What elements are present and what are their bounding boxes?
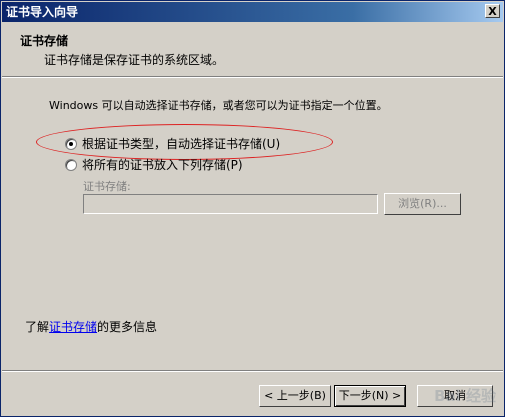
page-subtitle: 证书存储是保存证书的系统区域。 <box>44 53 225 67</box>
close-icon: X <box>488 5 497 18</box>
learn-more-text: 了解证书存储的更多信息 <box>25 318 157 335</box>
browse-button: 浏览(R)... <box>384 193 461 215</box>
footer-divider <box>2 370 503 372</box>
option-auto-select-store[interactable]: 根据证书类型，自动选择证书存储(U) <box>65 135 280 152</box>
back-button[interactable]: < 上一步(B) <box>259 385 331 407</box>
window-title: 证书导入向导 <box>6 5 79 19</box>
certificate-store-label: 证书存储: <box>83 180 131 193</box>
option-place-in-store-label: 将所有的证书放入下列存储(P) <box>82 158 243 172</box>
learn-more-prefix: 了解 <box>25 320 50 334</box>
learn-more-suffix: 的更多信息 <box>97 320 158 334</box>
next-button[interactable]: 下一步(N) > <box>334 385 406 407</box>
certificate-store-field <box>83 194 378 214</box>
intro-text: Windows 可以自动选择证书存储，或者您可以为证书指定一个位置。 <box>49 99 388 112</box>
certificate-store-link[interactable]: 证书存储 <box>49 320 97 334</box>
watermark: Bai 经验 <box>434 387 496 405</box>
option-auto-select-label: 根据证书类型，自动选择证书存储(U) <box>82 137 281 151</box>
radio-auto-select[interactable] <box>65 137 77 150</box>
radio-place-in-store[interactable] <box>65 158 77 171</box>
close-button[interactable]: X <box>485 4 500 18</box>
certificate-import-wizard-window: 证书导入向导 X 证书存储 证书存储是保存证书的系统区域。 Windows 可以… <box>0 0 505 417</box>
option-place-in-store[interactable]: 将所有的证书放入下列存储(P) <box>65 156 243 173</box>
page-title: 证书存储 <box>20 34 69 48</box>
header-divider <box>2 76 503 78</box>
wizard-header: 证书存储 证书存储是保存证书的系统区域。 <box>2 23 503 75</box>
title-bar: 证书导入向导 X <box>2 2 503 22</box>
